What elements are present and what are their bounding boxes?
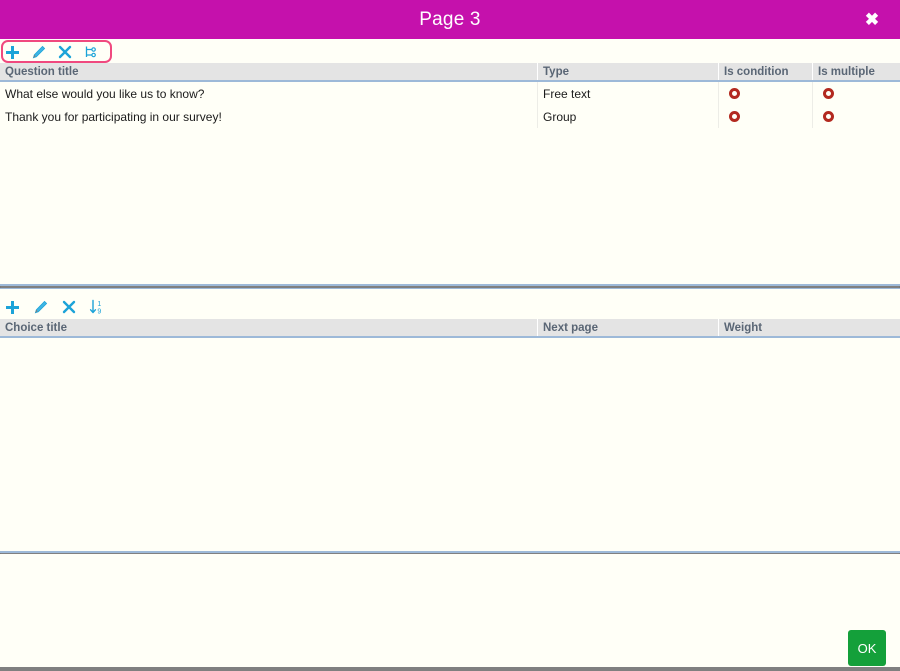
table-row[interactable]: What else would you like us to know? Fre… [0, 82, 900, 105]
cell-type: Free text [537, 82, 718, 105]
close-icon[interactable]: ✖ [852, 0, 892, 39]
choices-toolbar: 1 9 [0, 289, 900, 319]
choices-panel: 1 9 Choice title Next page Weight [0, 288, 900, 553]
dialog-window: Page 3 ✖ Question title Type Is conditio… [0, 0, 900, 671]
delete-choice-button[interactable] [60, 298, 77, 316]
column-header-choice-title[interactable]: Choice title [0, 319, 537, 336]
window-edge-bottom [0, 667, 900, 671]
choices-grid-body [0, 338, 900, 538]
false-indicator-icon [729, 88, 740, 99]
column-header-weight[interactable]: Weight [718, 319, 900, 336]
sort-ascending-icon[interactable]: 1 9 [88, 298, 105, 316]
title-bar: Page 3 ✖ [0, 0, 900, 39]
false-indicator-icon [823, 111, 834, 122]
page-title: Page 3 [419, 9, 481, 30]
false-indicator-icon [823, 88, 834, 99]
column-header-is-multiple[interactable]: Is multiple [812, 63, 900, 80]
edit-question-button[interactable] [30, 43, 47, 61]
questions-toolbar [0, 39, 900, 63]
questions-grid-header: Question title Type Is condition Is mult… [0, 63, 900, 82]
column-header-next-page[interactable]: Next page [537, 319, 718, 336]
delete-question-button[interactable] [56, 43, 73, 61]
table-row[interactable]: Thank you for participating in our surve… [0, 105, 900, 128]
tree-hierarchy-icon[interactable] [82, 43, 99, 61]
cell-is-multiple [812, 82, 900, 105]
cell-question-title: What else would you like us to know? [5, 86, 205, 101]
add-question-button[interactable] [4, 43, 21, 61]
cell-is-condition [718, 82, 812, 105]
svg-text:9: 9 [97, 308, 101, 315]
questions-grid-body: What else would you like us to know? Fre… [0, 82, 900, 128]
cell-is-multiple [812, 105, 900, 128]
cell-type: Group [537, 105, 718, 128]
questions-panel: Question title Type Is condition Is mult… [0, 39, 900, 286]
column-header-type[interactable]: Type [537, 63, 718, 80]
ok-button[interactable]: OK [848, 630, 886, 666]
cell-is-condition [718, 105, 812, 128]
column-header-question-title[interactable]: Question title [0, 63, 537, 80]
choices-grid-header: Choice title Next page Weight [0, 319, 900, 338]
false-indicator-icon [729, 111, 740, 122]
add-choice-button[interactable] [4, 298, 21, 316]
column-header-is-condition[interactable]: Is condition [718, 63, 812, 80]
footer-panel: OK [0, 554, 900, 667]
edit-choice-button[interactable] [32, 298, 49, 316]
cell-question-title: Thank you for participating in our surve… [5, 109, 222, 124]
svg-text:1: 1 [97, 301, 101, 308]
